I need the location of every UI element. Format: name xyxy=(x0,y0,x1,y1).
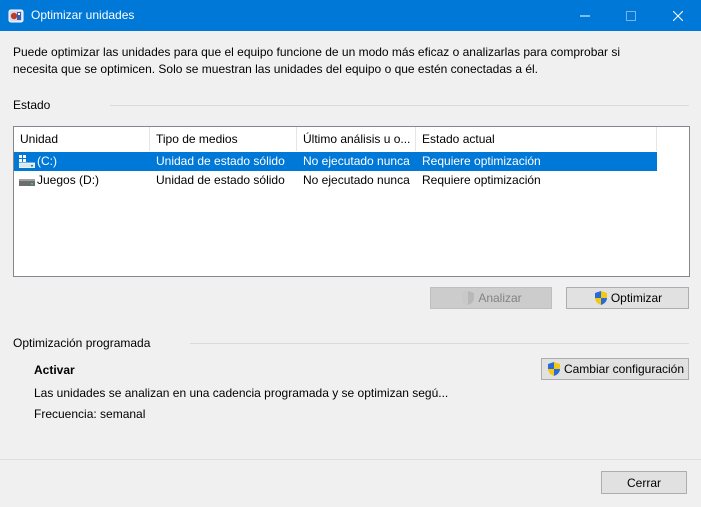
scheduled-group-label: Optimización programada xyxy=(13,336,151,350)
title-bar: Optimizar unidades xyxy=(0,0,701,31)
analyze-label: Analizar xyxy=(478,291,522,305)
drive-last-run: No ejecutado nunca xyxy=(303,154,410,168)
drive-media-type: Unidad de estado sólido xyxy=(156,173,285,187)
drive-name: (C:) xyxy=(37,154,57,168)
optimize-drives-window: Optimizar unidades Puede optimizar las u… xyxy=(0,0,701,507)
uac-shield-icon xyxy=(547,362,560,376)
status-group-label: Estado xyxy=(13,98,51,112)
schedule-status: Activar xyxy=(34,363,75,377)
drive-state: Requiere optimización xyxy=(422,173,541,187)
drive-state: Requiere optimización xyxy=(422,154,541,168)
uac-shield-icon xyxy=(594,291,607,305)
drive-icon xyxy=(19,179,35,186)
drive-row-d[interactable]: Juegos (D:) Unidad de estado sólido No e… xyxy=(14,171,657,190)
footer-bar: Cerrar xyxy=(0,459,701,507)
window-title: Optimizar unidades xyxy=(31,8,135,22)
defrag-app-icon xyxy=(8,9,24,23)
maximize-button[interactable] xyxy=(608,0,654,31)
analyze-button[interactable]: Analizar xyxy=(430,287,552,309)
list-header: Unidad Tipo de medios Último análisis u … xyxy=(14,127,657,151)
close-label: Cerrar xyxy=(626,475,661,490)
column-header-estado[interactable]: Estado actual xyxy=(416,127,657,151)
change-settings-button[interactable]: Cambiar configuración xyxy=(541,358,689,380)
column-header-unidad[interactable]: Unidad xyxy=(14,127,150,151)
close-window-button[interactable] xyxy=(655,0,701,31)
intro-text: Puede optimizar las unidades para que el… xyxy=(13,45,621,76)
drive-last-run: No ejecutado nunca xyxy=(303,173,410,187)
drive-name: Juegos (D:) xyxy=(37,173,100,187)
maximize-icon xyxy=(626,10,636,21)
optimize-label: Optimizar xyxy=(610,291,663,305)
close-button[interactable]: Cerrar xyxy=(601,471,687,494)
drives-list[interactable]: Unidad Tipo de medios Último análisis u … xyxy=(13,126,690,277)
column-header-tipo[interactable]: Tipo de medios xyxy=(150,127,297,151)
drive-media-type: Unidad de estado sólido xyxy=(156,154,285,168)
change-settings-label: Cambiar configuración xyxy=(563,362,685,376)
close-icon xyxy=(673,10,683,21)
column-header-ultimo-analisis[interactable]: Último análisis u o... xyxy=(297,127,416,151)
windows-drive-icon xyxy=(19,155,35,168)
schedule-frequency: Frecuencia: semanal xyxy=(34,407,146,421)
drive-row-c[interactable]: (C:) Unidad de estado sólido No ejecutad… xyxy=(14,152,657,171)
minimize-icon xyxy=(580,15,590,16)
uac-shield-icon xyxy=(462,291,475,305)
scheduled-group-divider xyxy=(190,343,689,344)
status-group-divider xyxy=(110,105,689,106)
minimize-button[interactable] xyxy=(562,0,608,31)
optimize-button[interactable]: Optimizar xyxy=(566,287,689,309)
schedule-description: Las unidades se analizan en una cadencia… xyxy=(34,386,449,400)
